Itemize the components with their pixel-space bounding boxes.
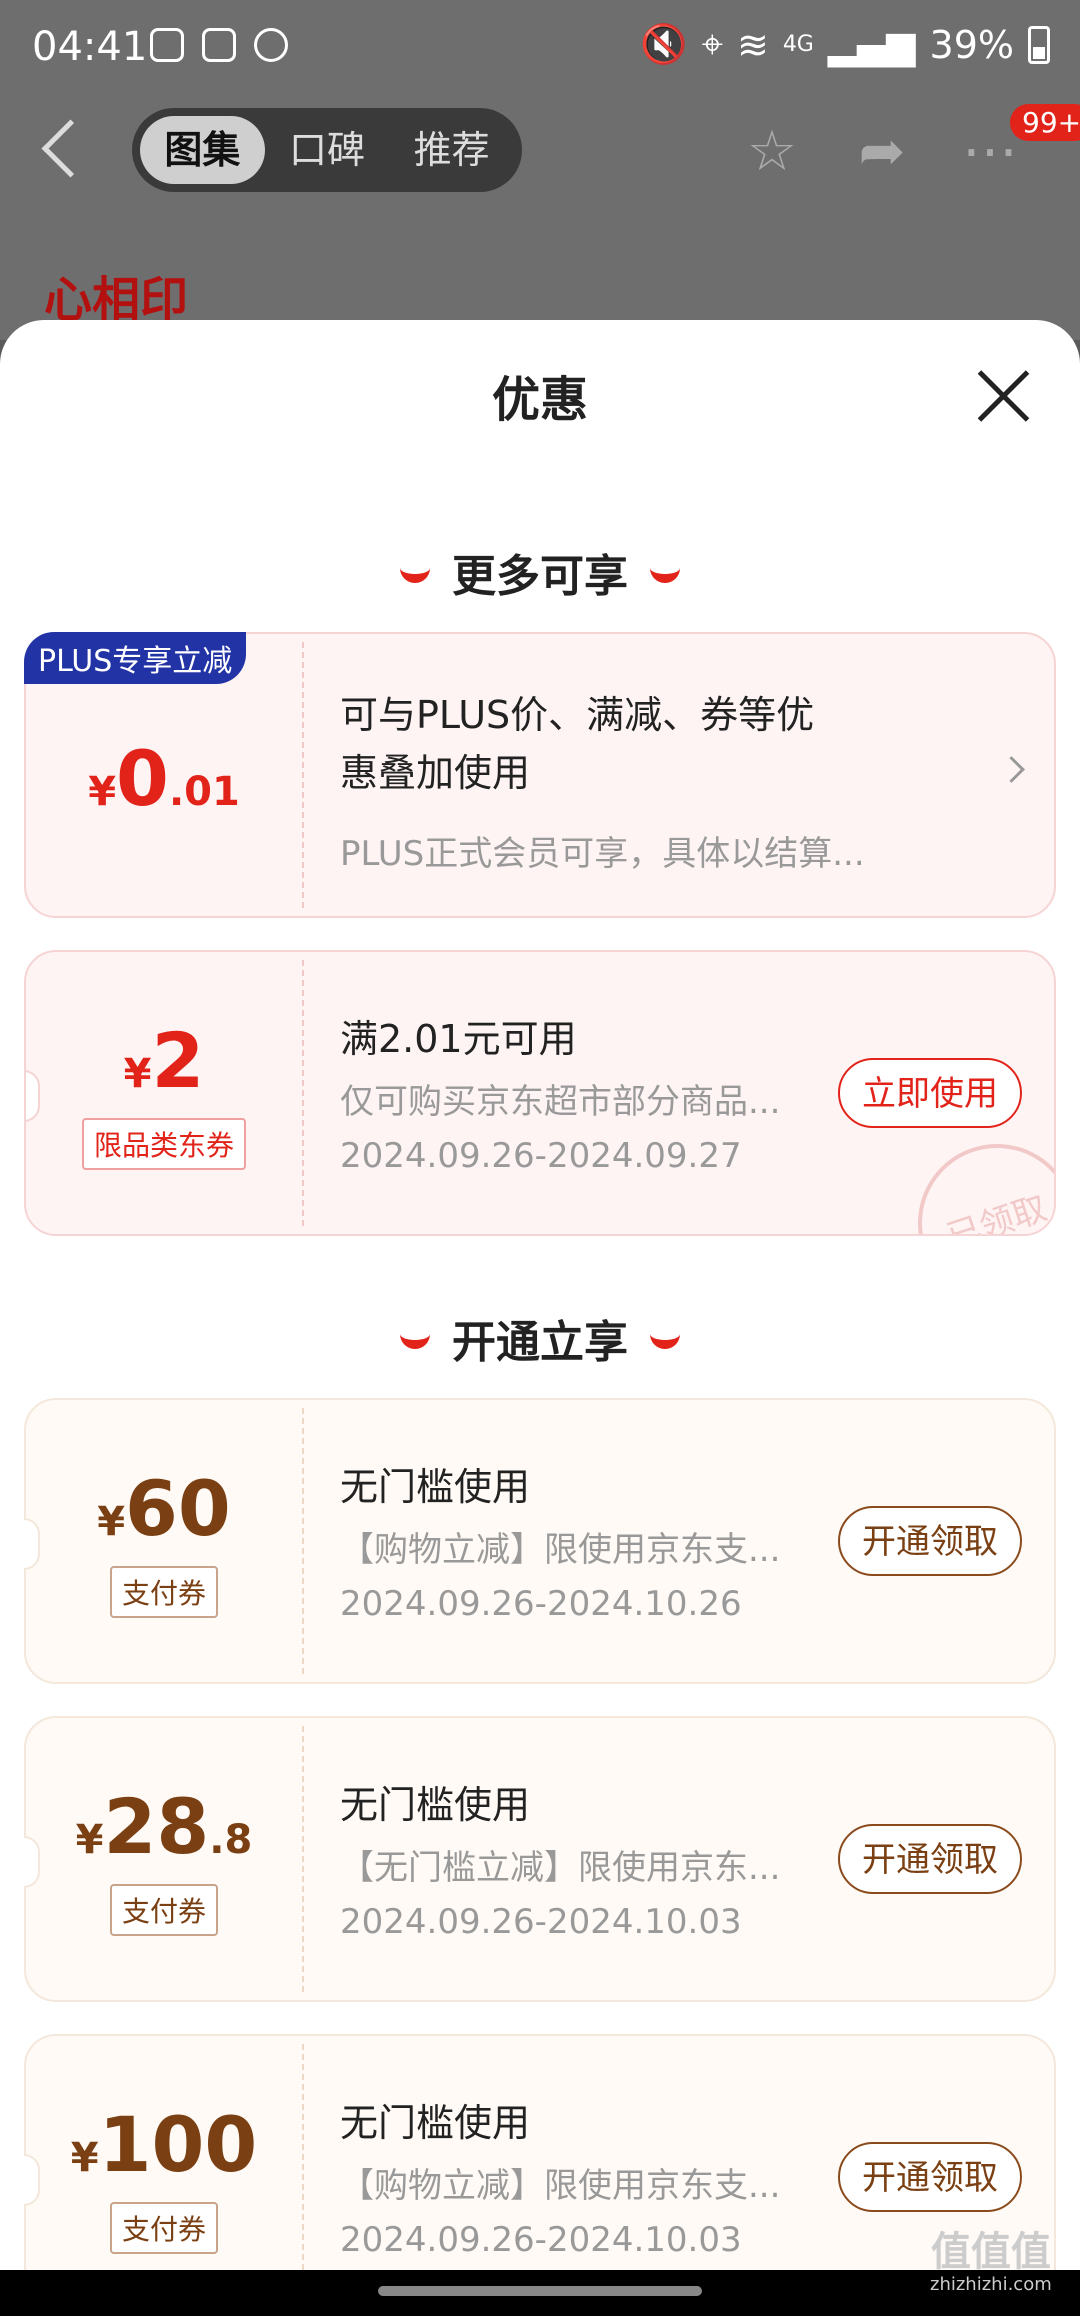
coupon-tag: 限品类东券	[26, 1118, 302, 1170]
coupon-tag-label: 限品类东券	[81, 1118, 246, 1170]
use-now-button[interactable]: 立即使用	[838, 1058, 1022, 1128]
top-navigation: 图集 口碑 推荐 ☆ ➦ ⋯	[0, 100, 1080, 210]
watermark-text: 值值值	[930, 2229, 1051, 2275]
card-divider	[302, 1408, 304, 1674]
coupon-date: 2024.09.26-2024.10.03	[340, 2220, 742, 2260]
sheet-title: 优惠	[491, 372, 588, 428]
status-right: 🔇 ⌖ ≋ 4G ▂▄▆ 39%	[640, 22, 1050, 67]
section-open-title: 开通立享	[0, 1306, 1080, 1370]
coupon-amount: ¥100	[26, 2100, 302, 2189]
tab-gallery[interactable]: 图集	[140, 116, 265, 184]
smile-icon	[650, 1322, 680, 1349]
coupon-card: ¥2 限品类东券 满2.01元可用 仅可购买京东超市部分商品... 2024.0…	[24, 950, 1056, 1236]
currency-symbol: ¥	[97, 1499, 126, 1545]
battery-percent: 39%	[929, 22, 1014, 67]
location-icon: ⌖	[701, 22, 723, 66]
coupon-date: 2024.09.26-2024.09.27	[340, 1136, 742, 1176]
amount-integer: 2	[151, 1016, 205, 1105]
section-more-title: 更多可享	[0, 540, 1080, 604]
amount-decimal: .8	[209, 1817, 253, 1863]
coupon-desc: 【购物立减】限使用京东支...	[340, 2166, 781, 2206]
coupon-tag-label: 支付券	[109, 2202, 218, 2254]
battery-icon	[1028, 25, 1050, 64]
currency-symbol: ¥	[88, 769, 117, 815]
card-divider	[302, 960, 304, 1226]
coupon-date: 2024.09.26-2024.10.26	[340, 1584, 742, 1624]
coupon-tag-label: 支付券	[109, 1566, 218, 1618]
coupon-desc: 【无门槛立减】限使用京东...	[340, 1848, 781, 1888]
chevron-right-icon	[998, 756, 1025, 783]
home-indicator[interactable]	[378, 2286, 702, 2296]
coupon-tag: 支付券	[26, 1566, 302, 1618]
plus-discount-card[interactable]: PLUS专享立减 ¥0.01 可与PLUS价、满减、券等优 惠叠加使用 PLUS…	[24, 632, 1056, 918]
star-icon[interactable]: ☆	[740, 120, 804, 184]
card-divider	[302, 642, 304, 908]
tab-reviews[interactable]: 口碑	[265, 116, 390, 184]
gallery-notification-icon	[202, 28, 236, 62]
notification-icons	[150, 28, 288, 62]
plus-badge: PLUS专享立减	[24, 632, 247, 684]
back-icon[interactable]	[41, 119, 100, 178]
coupon-title: 无门槛使用	[340, 1465, 531, 1509]
close-icon[interactable]	[975, 368, 1031, 424]
coupon-title: 满2.01元可用	[340, 1017, 577, 1061]
status-time: 04:41	[32, 24, 148, 70]
section-more-label: 更多可享	[452, 551, 628, 602]
open-claim-button[interactable]: 开通领取	[838, 2142, 1022, 2212]
coupon-tag: 支付券	[26, 2202, 302, 2254]
coupon-title: 无门槛使用	[340, 1783, 531, 1827]
coupon-card: ¥28.8 支付券 无门槛使用 【无门槛立减】限使用京东... 2024.09.…	[24, 1716, 1056, 2002]
coupon-amount: ¥2	[26, 1016, 302, 1105]
share-icon[interactable]: ➦	[850, 120, 914, 184]
smile-icon	[400, 556, 430, 583]
smile-icon	[400, 1322, 430, 1349]
coupon-amount: ¥28.8	[26, 1782, 302, 1871]
tab-switcher: 图集 口碑 推荐	[132, 108, 522, 192]
coupon-tag: 支付券	[26, 1884, 302, 1936]
coupon-card: ¥60 支付券 无门槛使用 【购物立减】限使用京东支... 2024.09.26…	[24, 1398, 1056, 1684]
plus-amount: ¥0.01	[26, 734, 302, 823]
claimed-stamp: 已领取	[897, 1123, 1054, 1234]
currency-symbol: ¥	[70, 2135, 99, 2181]
smile-icon	[650, 556, 680, 583]
coupon-title: 无门槛使用	[340, 2101, 531, 2145]
coupon-amount: ¥60	[26, 1464, 302, 1553]
watermark-sub: zhizhizhi.com	[930, 2274, 1052, 2295]
app-notification-icon	[150, 28, 184, 62]
wifi-icon: ≋	[736, 22, 769, 67]
coupon-date: 2024.09.26-2024.10.03	[340, 1902, 742, 1942]
open-claim-button[interactable]: 开通领取	[838, 1824, 1022, 1894]
message-badge: 99+	[1010, 104, 1080, 141]
currency-symbol: ¥	[75, 1817, 104, 1863]
open-claim-button[interactable]: 开通领取	[838, 1506, 1022, 1576]
discount-sheet: 优惠 更多可享 PLUS专享立减 ¥0.01 可与PLUS价、满减、券等优 惠叠…	[0, 320, 1080, 2316]
tab-recommend[interactable]: 推荐	[389, 116, 514, 184]
watermark: 值值值 zhizhizhi.com	[930, 2232, 1052, 2294]
coupon-tag-label: 支付券	[109, 1884, 218, 1936]
coupon-desc: 仅可购买京东超市部分商品...	[340, 1082, 781, 1122]
coupon-desc: 【购物立减】限使用京东支...	[340, 1530, 781, 1570]
amount-integer: 0	[116, 734, 169, 823]
dnd-icon	[254, 28, 288, 62]
card-divider	[302, 1726, 304, 1992]
currency-symbol: ¥	[123, 1051, 152, 1097]
status-bar: 04:41 🔇 ⌖ ≋ 4G ▂▄▆ 39%	[0, 0, 1080, 96]
plus-desc: PLUS正式会员可享，具体以结算...	[340, 834, 865, 874]
plus-line-1: 可与PLUS价、满减、券等优	[340, 693, 815, 737]
amount-integer: 60	[125, 1464, 231, 1553]
network-label: 4G	[782, 32, 814, 57]
section-open-label: 开通立享	[452, 1317, 628, 1368]
signal-icon: ▂▄▆	[827, 22, 916, 67]
mute-icon: 🔇	[640, 22, 688, 66]
amount-integer: 100	[98, 2100, 258, 2189]
plus-line-2: 惠叠加使用	[340, 751, 531, 795]
amount-integer: 28	[103, 1782, 210, 1871]
amount-decimal: .01	[168, 769, 240, 815]
